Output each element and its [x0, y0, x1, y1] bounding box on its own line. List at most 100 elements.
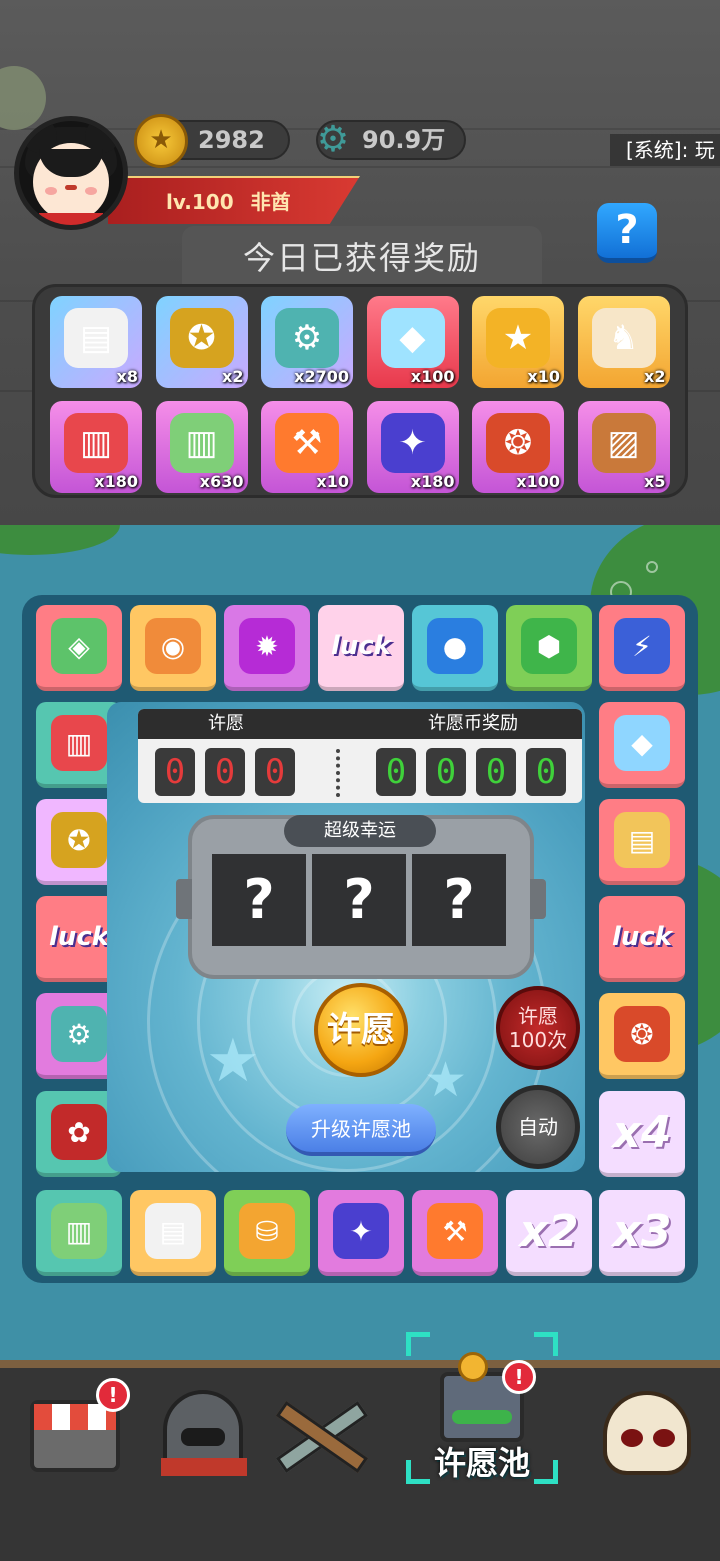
wish-button[interactable]: 许愿	[314, 983, 408, 1077]
board-cell-multiplier: x3	[599, 1190, 685, 1276]
gold-coin-icon: ★	[134, 114, 188, 168]
board-cell-blue-gems: ●	[412, 605, 498, 691]
green-gem-icon: ⬢	[521, 618, 577, 674]
avatar[interactable]	[14, 116, 128, 230]
coin-stacks-icon: ⛁	[239, 1203, 295, 1259]
wish-100-line2: 100次	[508, 1028, 568, 1052]
blue-gems-icon: ●	[427, 618, 483, 674]
star-icon: ★	[206, 1026, 260, 1096]
board-cell-lucky-tickets: ▤	[599, 799, 685, 885]
swirl-tile-icon: ◉	[145, 618, 201, 674]
avatar-cheek	[85, 187, 97, 195]
level-text: lv.100	[166, 190, 234, 214]
hammer-card-icon: ⚒	[427, 1203, 483, 1259]
board-cell-multiplier: x4	[599, 1091, 685, 1177]
skull-icon	[603, 1391, 691, 1475]
nav-shop[interactable]: !	[20, 1378, 130, 1488]
power-food-icon: ❂	[486, 413, 550, 473]
reward-item: ♞ x2	[577, 296, 670, 388]
coin-icon	[458, 1352, 488, 1382]
system-ticker: [系统]: 玩	[610, 134, 720, 166]
avatar-mouth	[65, 185, 77, 190]
help-button[interactable]: ?	[597, 203, 657, 263]
gear-icon: ⚙	[316, 119, 350, 160]
wish-reward-label: 许愿币奖励	[428, 713, 518, 734]
red-scroll-icon: ▥	[64, 413, 128, 473]
purple-orb-icon: ✦	[333, 1203, 389, 1259]
reward-item: ✦ x180	[366, 401, 459, 493]
lucky-tickets-icon: ▤	[614, 812, 670, 868]
board-cell-jade-sack: ◈	[36, 605, 122, 691]
board-cell-green-gem: ⬢	[506, 605, 592, 691]
reward-count: x100	[410, 367, 455, 386]
avatar-cheek	[45, 187, 57, 195]
gears-icon: ⚙	[51, 1006, 107, 1062]
wish-reward-digit: 0	[426, 748, 466, 796]
reward-count: x5	[644, 472, 666, 491]
reward-count: x180	[410, 472, 455, 491]
luck-firework-icon: luck	[330, 631, 392, 661]
machine-bolt	[176, 879, 192, 919]
gem-counter: ⚙ 90.9万	[316, 120, 466, 160]
reward-item: ▥ x180	[50, 401, 142, 493]
board-cell-hammer-card: ⚒	[412, 1190, 498, 1276]
wish-count-digit: 0	[205, 748, 245, 796]
score-divider	[336, 749, 340, 797]
green-scroll-icon: ▥	[51, 1203, 107, 1259]
helmet-visor	[181, 1428, 225, 1446]
board-cell-purple-orb: ✦	[318, 1190, 404, 1276]
slot-title: 超级幸运	[284, 815, 436, 847]
upgrade-pool-button[interactable]: 升级许愿池	[286, 1104, 436, 1156]
board-cell-luck-firework: luck	[599, 896, 685, 982]
wish-100-line1: 许愿	[518, 1004, 558, 1028]
board-cell-lightning-bell: ⚡	[599, 605, 685, 691]
ticket-icon: ▤	[145, 1203, 201, 1259]
nav-wishing-pool-label: 许愿池	[433, 1444, 530, 1482]
player-name: 非酋	[250, 190, 291, 214]
reward-item: ▥ x630	[155, 401, 248, 493]
wish-reward-digit: 0	[476, 748, 516, 796]
water-icon	[452, 1410, 512, 1424]
board-cell-power-food: ❂	[599, 993, 685, 1079]
green-scroll-icon: ▥	[169, 413, 234, 473]
selection-corner	[534, 1332, 558, 1356]
nav-skull[interactable]	[592, 1378, 702, 1488]
reward-item: ★ x10	[472, 296, 564, 388]
gold-counter: ★ 2982	[134, 114, 290, 168]
slot-reel: ?	[212, 854, 306, 946]
wish-100-button[interactable]: 许愿 100次	[496, 986, 580, 1070]
red-scroll-icon: ▥	[51, 715, 107, 771]
reward-count: x10	[316, 472, 349, 491]
diamond-pile-icon: ◆	[380, 308, 445, 368]
selection-corner	[406, 1332, 430, 1356]
skull-eye	[621, 1429, 643, 1447]
player-level-banner: lv.100 非酋	[108, 176, 360, 224]
score-header: 许愿 许愿币奖励	[138, 709, 582, 739]
reward-item: ⚙ x2700	[261, 296, 353, 388]
medal-icon: ✪	[51, 812, 107, 868]
shop-alert-badge: !	[96, 1378, 130, 1412]
nav-weapons[interactable]	[266, 1378, 376, 1488]
board-cell-luck-firework: luck	[318, 605, 404, 691]
reward-item: ▨ x5	[577, 401, 670, 493]
gold-value: 2982	[198, 126, 265, 154]
board-cell-coin-stacks: ⛁	[224, 1190, 310, 1276]
gold-coin-icon: ★	[486, 308, 550, 368]
gem-value: 90.9万	[362, 126, 446, 154]
reward-count: x2	[644, 367, 666, 386]
gears-icon: ⚙	[275, 308, 339, 368]
tiger-painting-icon: ▨	[591, 413, 656, 473]
multiplier-label: x3	[612, 1205, 672, 1257]
helmet-icon	[161, 1390, 247, 1476]
helmet-scarf	[161, 1458, 247, 1476]
board-cell-purple-swirl-orb: ✹	[224, 605, 310, 691]
slot-reel: ?	[412, 854, 506, 946]
reward-item: ▤ x8	[50, 296, 142, 388]
auto-button[interactable]: 自动	[496, 1085, 580, 1169]
reward-item: ◆ x100	[366, 296, 459, 388]
nav-knight[interactable]	[148, 1378, 258, 1488]
power-food-icon: ❂	[614, 1006, 670, 1062]
medal-icon: ✪	[169, 308, 234, 368]
jade-sack-icon: ◈	[51, 618, 107, 674]
board-cell-green-scroll: ▥	[36, 1190, 122, 1276]
